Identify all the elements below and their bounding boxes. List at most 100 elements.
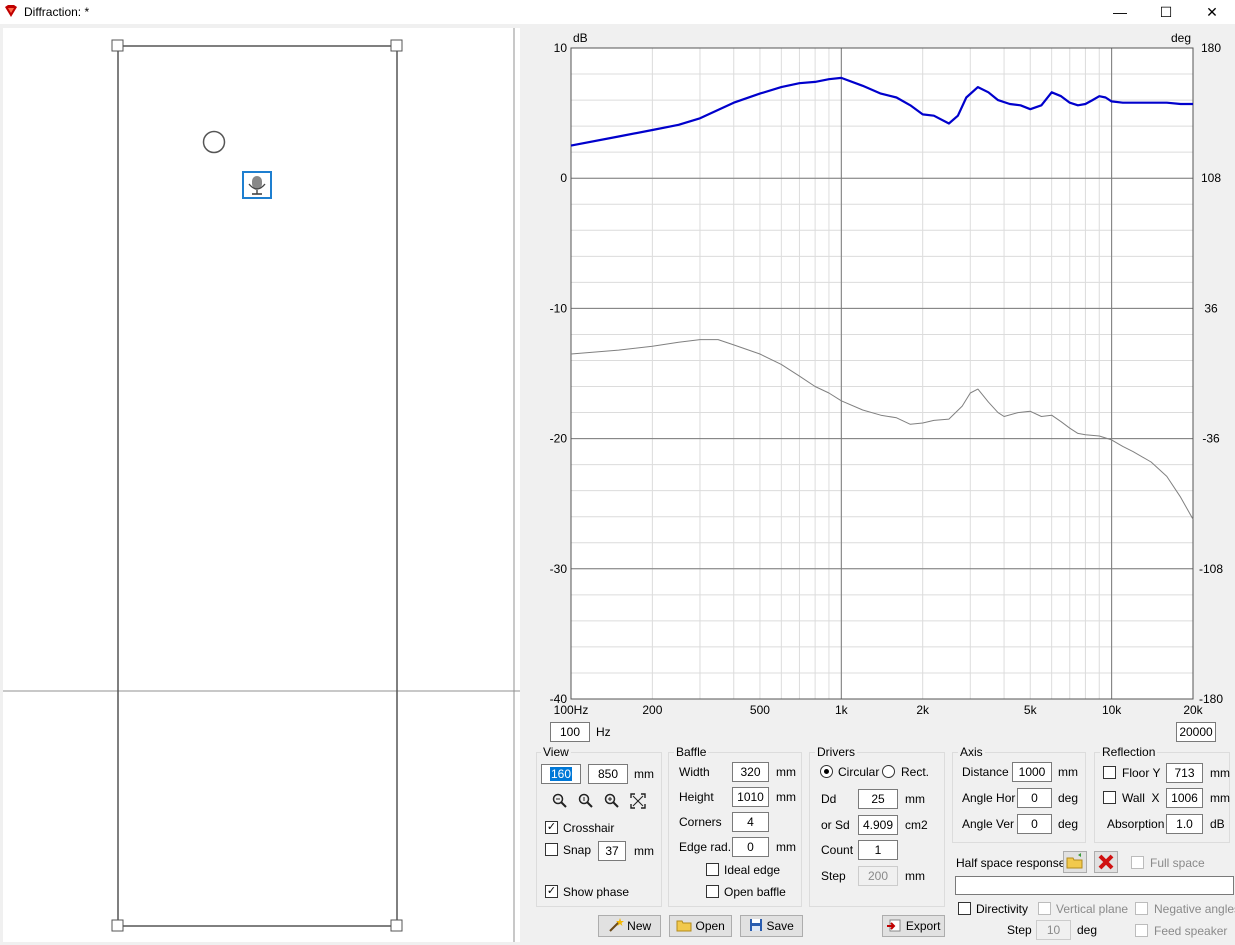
directivity-step-unit: deg xyxy=(1077,923,1098,937)
full-space-checkbox[interactable] xyxy=(1131,856,1144,869)
wall-input[interactable]: 1006 xyxy=(1166,788,1203,808)
new-button[interactable]: New xyxy=(598,915,661,937)
negative-angles-checkbox[interactable] xyxy=(1135,902,1148,915)
crosshair-label: Crosshair xyxy=(563,821,615,835)
circular-radio[interactable] xyxy=(820,765,833,778)
count-input[interactable]: 1 xyxy=(858,840,898,860)
view-group-title: View xyxy=(541,745,571,759)
open-button[interactable]: Open xyxy=(669,915,732,937)
circular-label: Circular xyxy=(838,765,880,779)
negative-angles-label: Negative angles xyxy=(1154,902,1235,916)
ideal-edge-checkbox[interactable] xyxy=(706,863,719,876)
delete-icon[interactable] xyxy=(1094,851,1118,873)
half-space-path-input[interactable] xyxy=(955,876,1234,895)
freq-max-input[interactable]: 20000 xyxy=(1176,722,1216,742)
microphone-icon[interactable] xyxy=(242,171,272,199)
window-title: Diffraction: * xyxy=(24,5,90,19)
show-phase-label: Show phase xyxy=(563,885,630,899)
distance-unit: mm xyxy=(1058,765,1078,779)
resize-handle-bottom-right[interactable] xyxy=(390,919,403,932)
baffle-width-unit: mm xyxy=(776,765,796,779)
freq-unit-label: Hz xyxy=(596,725,611,739)
baffle-width-input[interactable]: 320 xyxy=(732,762,769,782)
y2-axis-label: deg xyxy=(1171,31,1191,45)
x-tick-label: 1k xyxy=(835,703,849,717)
baffle-group-title: Baffle xyxy=(674,745,709,759)
sd-label: or Sd xyxy=(821,818,850,832)
angle-ver-unit: deg xyxy=(1058,817,1079,831)
feed-speaker-checkbox[interactable] xyxy=(1135,924,1148,937)
crosshair-checkbox[interactable]: ✓ xyxy=(545,821,558,834)
sd-input[interactable]: 4.909 xyxy=(858,815,898,835)
show-phase-checkbox[interactable]: ✓ xyxy=(545,885,558,898)
absorption-input[interactable]: 1.0 xyxy=(1166,814,1203,834)
panel-splitter[interactable] xyxy=(520,24,530,945)
view-height-input[interactable]: 850 xyxy=(588,764,628,784)
baffle-height-input[interactable]: 1010 xyxy=(732,787,769,807)
angle-ver-input[interactable]: 0 xyxy=(1017,814,1052,834)
angle-hor-unit: deg xyxy=(1058,791,1079,805)
baffle-height-label: Height xyxy=(679,790,714,804)
open-baffle-label: Open baffle xyxy=(724,885,786,899)
snap-checkbox[interactable] xyxy=(545,843,558,856)
directivity-checkbox[interactable] xyxy=(958,902,971,915)
edge-radius-input[interactable]: 0 xyxy=(732,837,769,857)
zoom-in-icon[interactable] xyxy=(603,792,621,810)
frequency-response-chart[interactable]: 100-10-20-30-4018010836-36-108-180100Hz 2… xyxy=(531,28,1233,718)
distance-input[interactable]: 1000 xyxy=(1012,762,1052,782)
zoom-reset-icon[interactable] xyxy=(577,792,595,810)
zoom-out-icon[interactable] xyxy=(551,792,569,810)
x-tick-label: 200 xyxy=(642,703,662,717)
freq-min-input[interactable]: 100 xyxy=(550,722,590,742)
resize-handle-top-right[interactable] xyxy=(390,39,403,52)
view-width-input[interactable]: 160 xyxy=(541,764,581,784)
corners-label: Corners xyxy=(679,815,722,829)
snap-label: Snap xyxy=(563,843,592,857)
app-icon xyxy=(5,5,17,17)
x-tick-label: 10k xyxy=(1102,703,1122,717)
angle-hor-label: Angle Hor xyxy=(962,791,1016,805)
maximize-button[interactable]: ☐ xyxy=(1143,0,1189,24)
export-label: Export xyxy=(905,919,941,933)
open-baffle-checkbox[interactable] xyxy=(706,885,719,898)
folder-open-icon[interactable] xyxy=(1063,851,1087,873)
view-unit-label: mm xyxy=(634,767,654,781)
driver-step-input[interactable]: 200 xyxy=(858,866,898,886)
y2-tick-label: 108 xyxy=(1201,171,1221,185)
directivity-step-label: Step xyxy=(1007,923,1032,937)
floor-label: Floor Y xyxy=(1122,766,1161,780)
vertical-plane-checkbox[interactable] xyxy=(1038,902,1051,915)
y-tick-label: -20 xyxy=(550,432,568,446)
feed-speaker-label: Feed speaker xyxy=(1154,924,1228,938)
ideal-edge-label: Ideal edge xyxy=(724,863,781,877)
y-tick-label: 10 xyxy=(554,41,568,55)
zoom-fit-icon[interactable] xyxy=(629,792,647,810)
baffle-drawing xyxy=(3,28,520,942)
baffle-canvas[interactable] xyxy=(3,28,520,942)
driver-circle[interactable] xyxy=(202,130,226,154)
snap-input[interactable]: 37 xyxy=(598,841,626,861)
wall-checkbox[interactable] xyxy=(1103,791,1116,804)
resize-handle-bottom-left[interactable] xyxy=(111,919,124,932)
angle-hor-input[interactable]: 0 xyxy=(1017,788,1052,808)
driver-step-unit: mm xyxy=(905,869,925,883)
minimize-button[interactable]: — xyxy=(1097,0,1143,24)
export-button[interactable]: Export xyxy=(882,915,945,937)
floor-checkbox[interactable] xyxy=(1103,766,1116,779)
x-tick-label: 100Hz xyxy=(554,703,589,717)
save-button[interactable]: Save xyxy=(740,915,803,937)
dd-input[interactable]: 25 xyxy=(858,789,898,809)
resize-handle-top-left[interactable] xyxy=(111,39,124,52)
directivity-step-input[interactable]: 10 xyxy=(1036,920,1071,940)
reflection-group-title: Reflection xyxy=(1100,745,1158,759)
x-tick-label: 500 xyxy=(750,703,770,717)
edge-radius-label: Edge rad. xyxy=(679,840,732,854)
rect-radio[interactable] xyxy=(882,765,895,778)
wand-icon xyxy=(609,918,624,932)
new-label: New xyxy=(627,919,652,933)
close-button[interactable]: ✕ xyxy=(1189,0,1235,24)
corners-input[interactable]: 4 xyxy=(732,812,769,832)
floor-input[interactable]: 713 xyxy=(1166,763,1203,783)
x-tick-label: 2k xyxy=(916,703,930,717)
y-tick-label: -10 xyxy=(550,301,568,315)
